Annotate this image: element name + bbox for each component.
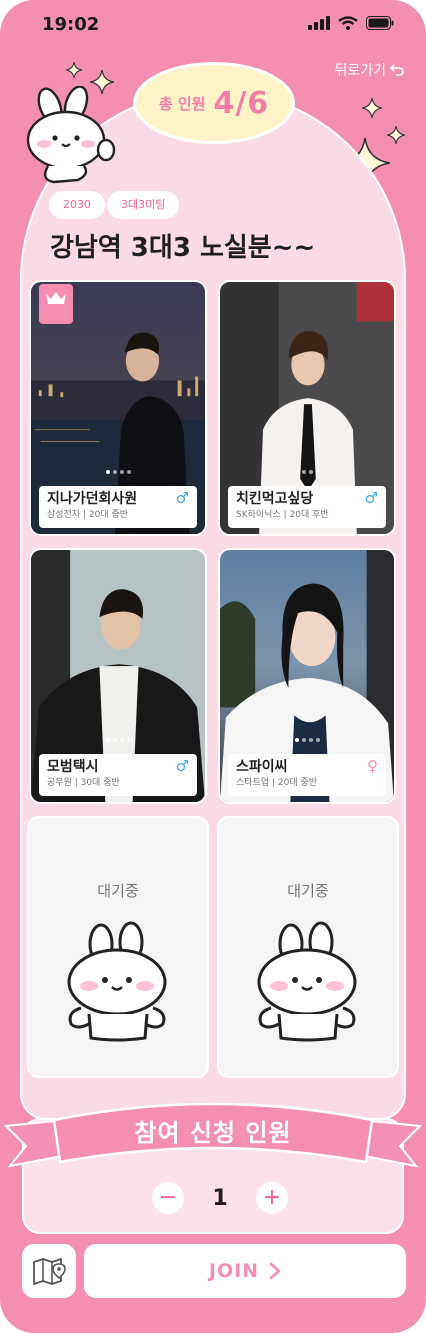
host-badge (39, 284, 73, 324)
male-icon: ♂ (364, 489, 378, 507)
join-label: JOIN (208, 1260, 260, 1282)
count-label: 총 인원 (158, 94, 206, 113)
member-meta: SK하이닉스 | 20대 후반 (236, 510, 329, 520)
member-meta: 삼성전자 | 20대 중반 (47, 510, 129, 520)
headcount-value: 1 (212, 1185, 228, 1211)
member-company: 스타트업 (236, 778, 270, 788)
crown-icon (46, 292, 66, 304)
join-button[interactable]: JOIN (84, 1244, 406, 1298)
member-age: 20대 중반 (88, 510, 129, 520)
member-age: 20대 중반 (277, 778, 318, 788)
waiting-slot: 대기중 (27, 816, 209, 1078)
member-meta: 공무원 | 30대 중반 (47, 778, 120, 788)
room-tag: 2030 (49, 191, 105, 219)
back-button[interactable]: 뒤로가기 (334, 60, 404, 80)
member-meta: 스타트업 | 20대 중반 (236, 778, 318, 788)
member-nickname: 모범택시 (47, 759, 99, 775)
bunny-mascot (26, 86, 116, 184)
member-card[interactable]: 모범택시 공무원 | 30대 중반 ♂ (29, 548, 207, 804)
room-tag: 3대3미팅 (107, 191, 180, 219)
battery-icon (366, 16, 394, 30)
increment-button[interactable]: + (256, 1182, 288, 1214)
apply-banner-label: 참여 신청 인원 (134, 1119, 292, 1147)
bunny-mascot (257, 921, 357, 1042)
photo-pagination (220, 738, 394, 742)
count-value: 4/6 (213, 85, 270, 121)
status-icons (308, 16, 394, 30)
member-company: 삼성전자 (47, 510, 81, 520)
phone-screen: 19:02 뒤로가기 총 인원 4/6 2030 3대3미팅 강남역 3대3 노… (0, 0, 426, 1333)
member-info: 모범택시 공무원 | 30대 중반 ♂ (39, 754, 197, 796)
member-card[interactable]: 치킨먹고싶당 SK하이닉스 | 20대 후반 ♂ (218, 280, 396, 536)
waiting-label: 대기중 (287, 882, 329, 900)
member-info: 스파이씨 스타트업 | 20대 중반 ♀ (228, 754, 386, 796)
member-age: 20대 후반 (289, 510, 329, 520)
male-icon: ♂ (175, 757, 189, 775)
member-nickname: 지나가던회사원 (47, 491, 138, 507)
status-bar: 19:02 (0, 0, 426, 50)
photo-pagination (31, 470, 205, 474)
status-time: 19:02 (42, 14, 100, 35)
back-arrow-icon (390, 64, 404, 76)
member-age: 30대 중반 (80, 778, 120, 788)
bunny-mascot (67, 921, 167, 1042)
photo-pagination (31, 738, 205, 742)
photo-pagination (220, 470, 394, 474)
member-nickname: 치킨먹고싶당 (236, 491, 314, 507)
chevron-right-icon (269, 1262, 281, 1280)
member-info: 치킨먹고싶당 SK하이닉스 | 20대 후반 ♂ (228, 486, 386, 528)
member-count-badge: 총 인원 4/6 (133, 62, 295, 144)
member-card[interactable]: 지나가던회사원 삼성전자 | 20대 중반 ♂ (29, 280, 207, 536)
member-card[interactable]: 스파이씨 스타트업 | 20대 중반 ♀ (218, 548, 396, 804)
male-icon: ♂ (175, 489, 189, 507)
back-label: 뒤로가기 (334, 63, 386, 79)
sparkle-icon (362, 98, 382, 118)
waiting-slot: 대기중 (217, 816, 399, 1078)
map-button[interactable] (22, 1244, 76, 1298)
female-icon: ♀ (367, 757, 378, 775)
member-info: 지나가던회사원 삼성전자 | 20대 중반 ♂ (39, 486, 197, 528)
member-company: SK하이닉스 (236, 510, 281, 520)
wifi-icon (338, 16, 358, 30)
member-company: 공무원 (47, 778, 72, 788)
decrement-button[interactable]: − (152, 1182, 184, 1214)
room-title: 강남역 3대3 노실분~~ (50, 233, 316, 263)
member-nickname: 스파이씨 (236, 759, 288, 775)
signal-icon (308, 16, 330, 30)
map-icon (33, 1258, 66, 1285)
headcount-stepper: − 1 + (152, 1181, 288, 1215)
waiting-label: 대기중 (97, 882, 139, 900)
sparkle-icon (66, 62, 82, 78)
